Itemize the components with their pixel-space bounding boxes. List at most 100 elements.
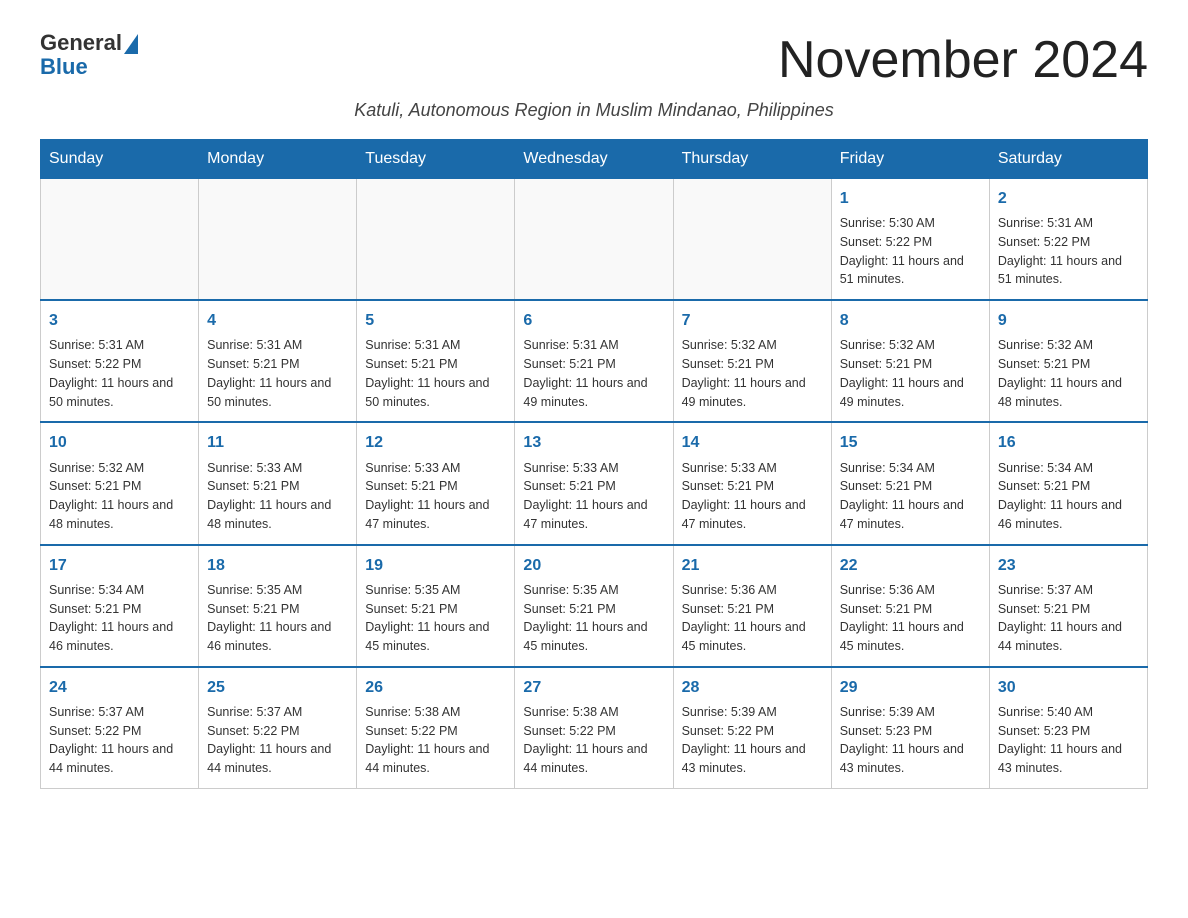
day-info: Sunrise: 5:37 AM Sunset: 5:21 PM Dayligh…	[998, 581, 1139, 656]
day-number: 8	[840, 309, 981, 332]
calendar-day-cell	[199, 179, 357, 301]
day-number: 12	[365, 431, 506, 454]
day-number: 20	[523, 554, 664, 577]
calendar-day-cell: 14 Sunrise: 5:33 AM Sunset: 5:21 PM Dayli…	[673, 422, 831, 544]
day-info: Sunrise: 5:33 AM Sunset: 5:21 PM Dayligh…	[523, 459, 664, 534]
day-number: 13	[523, 431, 664, 454]
day-number: 9	[998, 309, 1139, 332]
weekday-header-friday: Friday	[831, 140, 989, 179]
day-info: Sunrise: 5:32 AM Sunset: 5:21 PM Dayligh…	[682, 336, 823, 411]
calendar-day-cell: 21Sunrise: 5:36 AM Sunset: 5:21 PM Dayli…	[673, 545, 831, 667]
calendar-table: SundayMondayTuesdayWednesdayThursdayFrid…	[40, 139, 1148, 789]
day-number: 1	[840, 187, 981, 210]
day-info: Sunrise: 5:38 AM Sunset: 5:22 PM Dayligh…	[365, 703, 506, 778]
day-info: Sunrise: 5:34 AM Sunset: 5:21 PM Dayligh…	[998, 459, 1139, 534]
calendar-day-cell: 29 Sunrise: 5:39 AM Sunset: 5:23 PM Dayli…	[831, 667, 989, 789]
location-subtitle: Katuli, Autonomous Region in Muslim Mind…	[40, 100, 1148, 121]
logo: General Blue	[40, 30, 138, 80]
calendar-day-cell: 6Sunrise: 5:31 AM Sunset: 5:21 PM Daylig…	[515, 300, 673, 422]
day-info: Sunrise: 5:38 AM Sunset: 5:22 PM Dayligh…	[523, 703, 664, 778]
logo-blue-text: Blue	[40, 54, 88, 80]
calendar-day-cell: 20 Sunrise: 5:35 AM Sunset: 5:21 PM Dayli…	[515, 545, 673, 667]
calendar-day-cell: 2 Sunrise: 5:31 AM Sunset: 5:22 PM Daylig…	[989, 179, 1147, 301]
day-number: 26	[365, 676, 506, 699]
day-info: Sunrise: 5:33 AM Sunset: 5:21 PM Dayligh…	[365, 459, 506, 534]
calendar-day-cell: 12 Sunrise: 5:33 AM Sunset: 5:21 PM Dayli…	[357, 422, 515, 544]
calendar-day-cell: 28 Sunrise: 5:39 AM Sunset: 5:22 PM Dayli…	[673, 667, 831, 789]
day-number: 23	[998, 554, 1139, 577]
calendar-day-cell: 1 Sunrise: 5:30 AM Sunset: 5:22 PM Daylig…	[831, 179, 989, 301]
day-number: 24	[49, 676, 190, 699]
day-info: Sunrise: 5:34 AM Sunset: 5:21 PM Dayligh…	[840, 459, 981, 534]
calendar-day-cell: 3 Sunrise: 5:31 AM Sunset: 5:22 PM Daylig…	[41, 300, 199, 422]
day-number: 30	[998, 676, 1139, 699]
day-number: 22	[840, 554, 981, 577]
calendar-day-cell: 13 Sunrise: 5:33 AM Sunset: 5:21 PM Dayli…	[515, 422, 673, 544]
logo-triangle-icon	[124, 34, 138, 54]
calendar-day-cell: 9Sunrise: 5:32 AM Sunset: 5:21 PM Daylig…	[989, 300, 1147, 422]
day-number: 2	[998, 187, 1139, 210]
day-info: Sunrise: 5:39 AM Sunset: 5:23 PM Dayligh…	[840, 703, 981, 778]
day-info: Sunrise: 5:35 AM Sunset: 5:21 PM Dayligh…	[365, 581, 506, 656]
day-info: Sunrise: 5:30 AM Sunset: 5:22 PM Dayligh…	[840, 214, 981, 289]
day-info: Sunrise: 5:33 AM Sunset: 5:21 PM Dayligh…	[682, 459, 823, 534]
month-title: November 2024	[778, 30, 1148, 90]
calendar-day-cell	[515, 179, 673, 301]
calendar-day-cell: 25 Sunrise: 5:37 AM Sunset: 5:22 PM Dayli…	[199, 667, 357, 789]
day-number: 6	[523, 309, 664, 332]
day-info: Sunrise: 5:34 AM Sunset: 5:21 PM Dayligh…	[49, 581, 190, 656]
day-number: 29	[840, 676, 981, 699]
calendar-week-row: 1 Sunrise: 5:30 AM Sunset: 5:22 PM Daylig…	[41, 179, 1148, 301]
calendar-day-cell: 8Sunrise: 5:32 AM Sunset: 5:21 PM Daylig…	[831, 300, 989, 422]
calendar-week-row: 17 Sunrise: 5:34 AM Sunset: 5:21 PM Dayli…	[41, 545, 1148, 667]
calendar-day-cell: 7Sunrise: 5:32 AM Sunset: 5:21 PM Daylig…	[673, 300, 831, 422]
calendar-week-row: 3 Sunrise: 5:31 AM Sunset: 5:22 PM Daylig…	[41, 300, 1148, 422]
weekday-header-row: SundayMondayTuesdayWednesdayThursdayFrid…	[41, 140, 1148, 179]
day-number: 16	[998, 431, 1139, 454]
calendar-week-row: 10Sunrise: 5:32 AM Sunset: 5:21 PM Dayli…	[41, 422, 1148, 544]
calendar-day-cell	[673, 179, 831, 301]
weekday-header-wednesday: Wednesday	[515, 140, 673, 179]
day-info: Sunrise: 5:33 AM Sunset: 5:21 PM Dayligh…	[207, 459, 348, 534]
day-number: 27	[523, 676, 664, 699]
day-number: 10	[49, 431, 190, 454]
weekday-header-tuesday: Tuesday	[357, 140, 515, 179]
weekday-header-thursday: Thursday	[673, 140, 831, 179]
day-info: Sunrise: 5:37 AM Sunset: 5:22 PM Dayligh…	[207, 703, 348, 778]
weekday-header-saturday: Saturday	[989, 140, 1147, 179]
day-info: Sunrise: 5:31 AM Sunset: 5:22 PM Dayligh…	[49, 336, 190, 411]
calendar-day-cell: 30 Sunrise: 5:40 AM Sunset: 5:23 PM Dayli…	[989, 667, 1147, 789]
calendar-week-row: 24 Sunrise: 5:37 AM Sunset: 5:22 PM Dayli…	[41, 667, 1148, 789]
calendar-day-cell: 19Sunrise: 5:35 AM Sunset: 5:21 PM Dayli…	[357, 545, 515, 667]
calendar-day-cell: 17 Sunrise: 5:34 AM Sunset: 5:21 PM Dayli…	[41, 545, 199, 667]
calendar-day-cell: 27 Sunrise: 5:38 AM Sunset: 5:22 PM Dayli…	[515, 667, 673, 789]
calendar-day-cell: 11Sunrise: 5:33 AM Sunset: 5:21 PM Dayli…	[199, 422, 357, 544]
calendar-day-cell	[357, 179, 515, 301]
page-header: General Blue November 2024	[40, 30, 1148, 90]
day-number: 3	[49, 309, 190, 332]
calendar-day-cell: 5Sunrise: 5:31 AM Sunset: 5:21 PM Daylig…	[357, 300, 515, 422]
day-number: 17	[49, 554, 190, 577]
logo-general-text: General	[40, 30, 122, 56]
calendar-day-cell: 26 Sunrise: 5:38 AM Sunset: 5:22 PM Dayli…	[357, 667, 515, 789]
calendar-day-cell: 10Sunrise: 5:32 AM Sunset: 5:21 PM Dayli…	[41, 422, 199, 544]
calendar-day-cell: 18 Sunrise: 5:35 AM Sunset: 5:21 PM Dayli…	[199, 545, 357, 667]
calendar-day-cell: 4 Sunrise: 5:31 AM Sunset: 5:21 PM Daylig…	[199, 300, 357, 422]
day-info: Sunrise: 5:31 AM Sunset: 5:21 PM Dayligh…	[365, 336, 506, 411]
day-info: Sunrise: 5:40 AM Sunset: 5:23 PM Dayligh…	[998, 703, 1139, 778]
calendar-day-cell: 22 Sunrise: 5:36 AM Sunset: 5:21 PM Dayli…	[831, 545, 989, 667]
day-info: Sunrise: 5:31 AM Sunset: 5:21 PM Dayligh…	[207, 336, 348, 411]
day-info: Sunrise: 5:36 AM Sunset: 5:21 PM Dayligh…	[840, 581, 981, 656]
day-info: Sunrise: 5:35 AM Sunset: 5:21 PM Dayligh…	[207, 581, 348, 656]
day-number: 25	[207, 676, 348, 699]
calendar-day-cell: 15Sunrise: 5:34 AM Sunset: 5:21 PM Dayli…	[831, 422, 989, 544]
day-number: 14	[682, 431, 823, 454]
day-number: 28	[682, 676, 823, 699]
calendar-day-cell: 23 Sunrise: 5:37 AM Sunset: 5:21 PM Dayli…	[989, 545, 1147, 667]
day-info: Sunrise: 5:31 AM Sunset: 5:22 PM Dayligh…	[998, 214, 1139, 289]
day-number: 18	[207, 554, 348, 577]
day-info: Sunrise: 5:35 AM Sunset: 5:21 PM Dayligh…	[523, 581, 664, 656]
day-info: Sunrise: 5:36 AM Sunset: 5:21 PM Dayligh…	[682, 581, 823, 656]
day-number: 4	[207, 309, 348, 332]
day-info: Sunrise: 5:39 AM Sunset: 5:22 PM Dayligh…	[682, 703, 823, 778]
